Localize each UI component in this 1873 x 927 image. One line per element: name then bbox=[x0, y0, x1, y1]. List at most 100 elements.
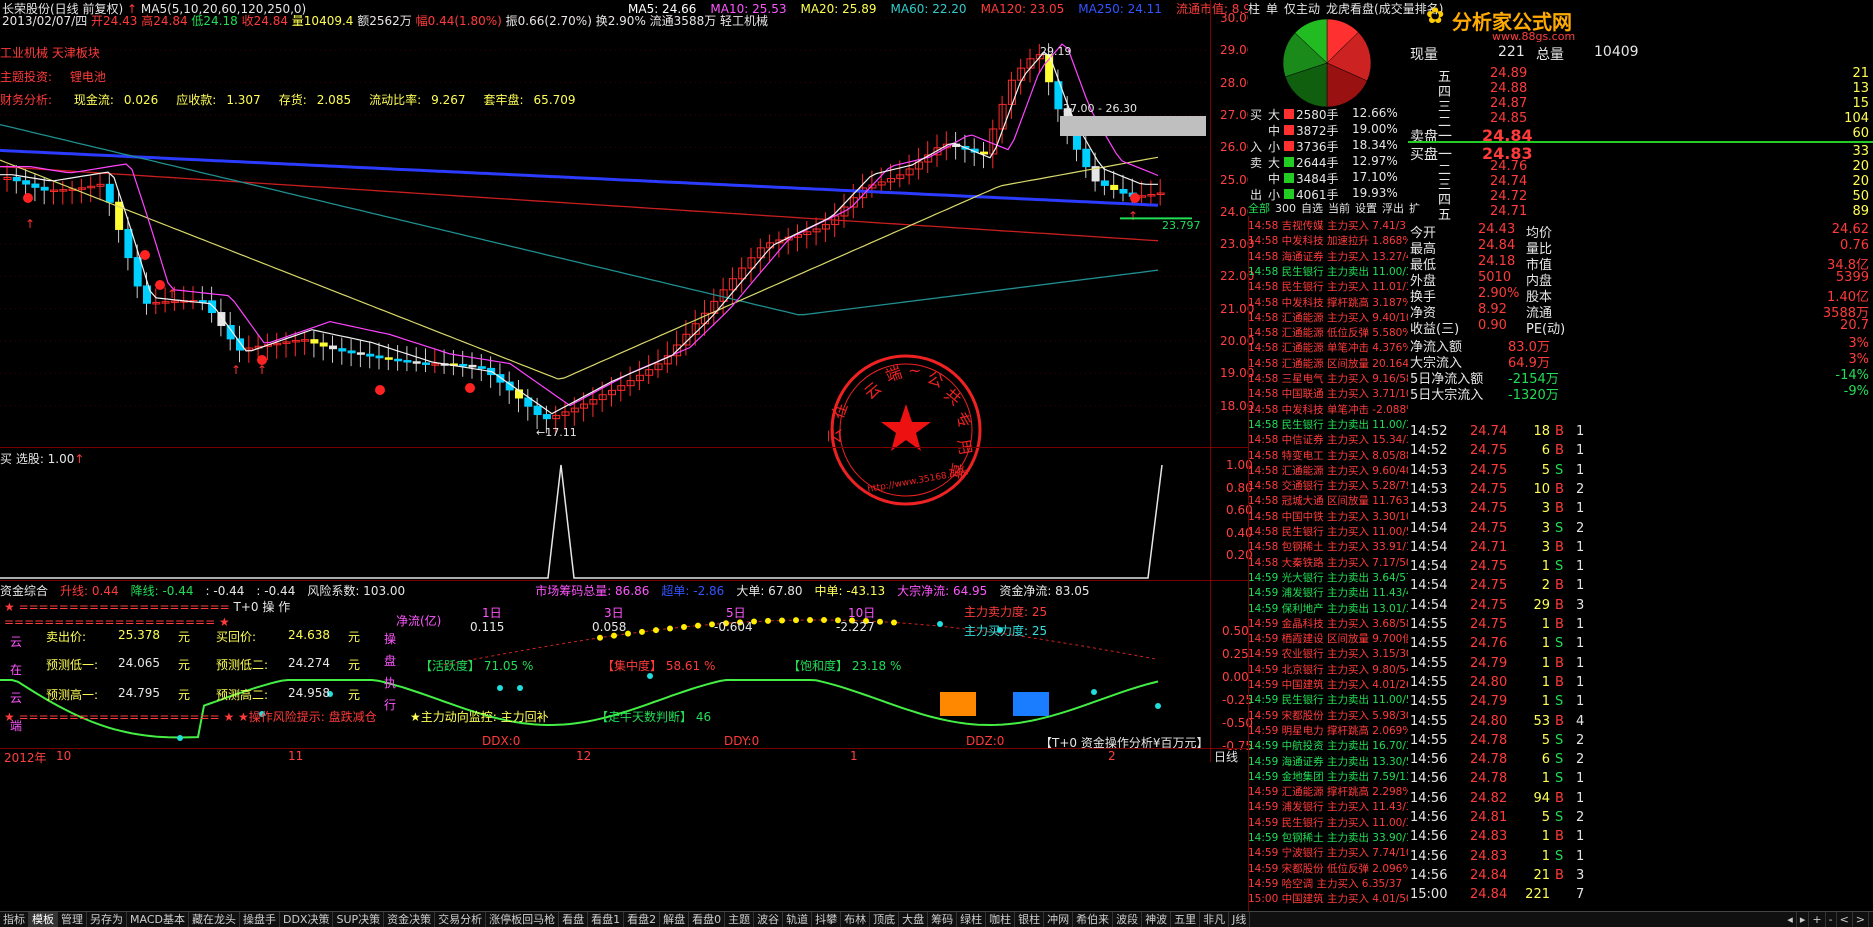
deal-row[interactable]: 14:58 汇通能源 区间放量 20.164倍 bbox=[1248, 356, 1408, 371]
trade-row[interactable]: 14:53 24.75 10 B 2 bbox=[1408, 482, 1873, 501]
tab-18[interactable]: 波谷 bbox=[754, 912, 784, 927]
deal-row[interactable]: 14:59 浦发银行 主力买入 11.43/3 bbox=[1248, 799, 1408, 814]
deal-row[interactable]: 14:59 海通证券 主力卖出 13.30/5 bbox=[1248, 754, 1408, 769]
deal-row[interactable]: 14:59 中国建筑 主力买入 4.01/26 bbox=[1248, 677, 1408, 692]
trade-row[interactable]: 14:53 24.75 5 S 1 bbox=[1408, 463, 1873, 482]
flow-toolbar-1[interactable]: 300 bbox=[1275, 202, 1296, 215]
deal-row[interactable]: 14:58 交通银行 主力买入 5.28/79 bbox=[1248, 478, 1408, 493]
deal-row[interactable]: 14:58 中信证券 主力买入 15.34/3 bbox=[1248, 432, 1408, 447]
deal-row[interactable]: 14:58 吉视传媒 主力买入 7.41/3 bbox=[1248, 218, 1408, 233]
trade-row[interactable]: 14:56 24.84 21 B 3 bbox=[1408, 868, 1873, 887]
tab-9[interactable]: 资金决策 bbox=[384, 912, 436, 927]
flow-toolbar-4[interactable]: 设置 bbox=[1355, 202, 1377, 215]
trade-row[interactable]: 14:54 24.71 3 B 1 bbox=[1408, 540, 1873, 559]
trade-row[interactable]: 14:52 24.75 6 B 1 bbox=[1408, 443, 1873, 462]
tab-1[interactable]: 模板 bbox=[29, 912, 58, 927]
deal-row[interactable]: 14:59 金晶科技 主力买入 3.68/58 bbox=[1248, 616, 1408, 631]
tab-17[interactable]: 主题 bbox=[725, 912, 755, 927]
deal-row[interactable]: 14:58 民生银行 主力买入 11.01/3 bbox=[1248, 279, 1408, 294]
trade-row[interactable]: 14:55 24.80 1 B 1 bbox=[1408, 675, 1873, 694]
tab-nav-button-5[interactable]: > bbox=[1853, 912, 1869, 927]
tab-10[interactable]: 交易分析 bbox=[435, 912, 487, 927]
deal-row[interactable]: 14:58 中国联通 主力买入 3.71/10 bbox=[1248, 386, 1408, 401]
tab-14[interactable]: 看盘2 bbox=[624, 912, 661, 927]
trade-row[interactable]: 14:56 24.83 1 B 1 bbox=[1408, 829, 1873, 848]
deal-row[interactable]: 14:58 包钢稀土 主力买入 33.91/1 bbox=[1248, 539, 1408, 554]
trade-row[interactable]: 14:55 24.75 1 B 1 bbox=[1408, 617, 1873, 636]
deal-list[interactable]: 14:58 吉视传媒 主力买入 7.41/3 14:58 中发科技 加速拉升 1.… bbox=[1248, 218, 1408, 911]
tab-23[interactable]: 大盘 bbox=[899, 912, 929, 927]
tab-8[interactable]: SUP决策 bbox=[333, 912, 385, 927]
tab-7[interactable]: DDX决策 bbox=[280, 912, 334, 927]
deal-row[interactable]: 14:58 汇通能源 主力买入 9.60/40 bbox=[1248, 463, 1408, 478]
tab-20[interactable]: 抖攀 bbox=[812, 912, 842, 927]
tab-25[interactable]: 绿柱 bbox=[957, 912, 987, 927]
tab-2[interactable]: 管理 bbox=[58, 912, 87, 927]
deal-row[interactable]: 14:58 中发科技 单笔冲击 -2.088% bbox=[1248, 402, 1408, 417]
deal-row[interactable]: 14:59 宋都股份 低位反弹 2.096% bbox=[1248, 861, 1408, 876]
tab-11[interactable]: 涨停板回马枪 bbox=[486, 912, 560, 927]
tab-24[interactable]: 筹码 bbox=[928, 912, 958, 927]
trade-row[interactable]: 14:55 24.76 1 S 1 bbox=[1408, 636, 1873, 655]
trade-row[interactable]: 14:55 24.79 1 S 1 bbox=[1408, 694, 1873, 713]
deal-row[interactable]: 14:59 包钢稀土 主力卖出 33.90/1 bbox=[1248, 830, 1408, 845]
tab-nav-button-4[interactable]: < bbox=[1837, 912, 1853, 927]
flow-tab-2[interactable]: 仅主动 bbox=[1284, 2, 1320, 16]
tab-12[interactable]: 看盘 bbox=[559, 912, 589, 927]
trade-row[interactable]: 14:52 24.74 18 B 1 bbox=[1408, 424, 1873, 443]
tab-nav-button-1[interactable]: ▸ bbox=[1797, 912, 1810, 927]
trade-row[interactable]: 14:53 24.75 3 B 1 bbox=[1408, 501, 1873, 520]
tab-29[interactable]: 希伯来 bbox=[1073, 912, 1114, 927]
deal-row[interactable]: 14:59 汇通能源 撑杆跳高 2.298% bbox=[1248, 784, 1408, 799]
tab-30[interactable]: 波段 bbox=[1113, 912, 1143, 927]
trade-row[interactable]: 14:56 24.83 1 S 1 bbox=[1408, 849, 1873, 868]
trade-row[interactable]: 15:00 24.84 221 7 bbox=[1408, 887, 1873, 906]
trade-list[interactable]: 14:52 24.74 18 B 1 14:52 24.75 6 B 1 14:53 24.75 5 S 1… bbox=[1408, 424, 1873, 911]
deal-row[interactable]: 14:59 宋都股份 主力买入 5.98/30 bbox=[1248, 708, 1408, 723]
deal-row[interactable]: 14:58 民生银行 主力买入 11.00/5 bbox=[1248, 524, 1408, 539]
tab-4[interactable]: MACD基本 bbox=[127, 912, 189, 927]
deal-row[interactable]: 14:58 中国中铁 主力买入 3.30/10 bbox=[1248, 509, 1408, 524]
deal-row[interactable]: 14:59 宁波银行 主力买入 7.74/10 bbox=[1248, 845, 1408, 860]
deal-row[interactable]: 14:59 栖霞建设 区间放量 9.700倍 bbox=[1248, 631, 1408, 646]
bid-row-4[interactable]: 五 24.71 89 bbox=[1408, 204, 1873, 223]
tab-26[interactable]: 咖柱 bbox=[986, 912, 1016, 927]
tab-28[interactable]: 冲网 bbox=[1044, 912, 1074, 927]
flow-toolbar-3[interactable]: 当前 bbox=[1328, 202, 1350, 215]
deal-row[interactable]: 14:58 大秦铁路 主力买入 7.17/50 bbox=[1248, 555, 1408, 570]
flow-toolbar-2[interactable]: 自选 bbox=[1301, 202, 1323, 215]
trade-row[interactable]: 14:55 24.80 53 B 4 bbox=[1408, 714, 1873, 733]
trade-row[interactable]: 14:54 24.75 3 S 2 bbox=[1408, 521, 1873, 540]
tab-22[interactable]: 顶底 bbox=[870, 912, 900, 927]
deal-row[interactable]: 14:59 民生银行 主力卖出 11.00/5 bbox=[1248, 692, 1408, 707]
trade-row[interactable]: 14:56 24.78 1 S 1 bbox=[1408, 771, 1873, 790]
tab-27[interactable]: 银柱 bbox=[1015, 912, 1045, 927]
tab-32[interactable]: 五里 bbox=[1171, 912, 1201, 927]
tab-31[interactable]: 神波 bbox=[1142, 912, 1172, 927]
deal-row[interactable]: 14:58 海通证券 主力买入 13.27/4 bbox=[1248, 249, 1408, 264]
deal-row[interactable]: 14:58 汇通能源 单笔冲击 4.376% bbox=[1248, 340, 1408, 355]
deal-row[interactable]: 14:58 民生银行 主力卖出 11.00/3 bbox=[1248, 264, 1408, 279]
tab-6[interactable]: 操盘手 bbox=[240, 912, 280, 927]
flow-tab-0[interactable]: 柱 bbox=[1248, 2, 1260, 16]
deal-row[interactable]: 14:58 三星电气 主力买入 9.16/58 bbox=[1248, 371, 1408, 386]
trade-row[interactable]: 14:54 24.75 1 S 1 bbox=[1408, 559, 1873, 578]
tab-13[interactable]: 看盘1 bbox=[588, 912, 625, 927]
deal-row[interactable]: 14:59 金地集团 主力卖出 7.59/13 bbox=[1248, 769, 1408, 784]
deal-row[interactable]: 14:58 中发科技 撑杆跳高 3.187% bbox=[1248, 295, 1408, 310]
trade-row[interactable]: 14:55 24.79 1 B 1 bbox=[1408, 656, 1873, 675]
deal-row[interactable]: 14:59 中航投资 主力卖出 16.70/3 bbox=[1248, 738, 1408, 753]
tab-33[interactable]: 非凡 bbox=[1200, 912, 1230, 927]
tab-nav-button-2[interactable]: + bbox=[1809, 912, 1826, 927]
tab-15[interactable]: 解盘 bbox=[660, 912, 690, 927]
deal-row[interactable]: 14:59 保利地产 主力卖出 13.01/3 bbox=[1248, 601, 1408, 616]
deal-row[interactable]: 14:59 民生银行 主力买入 11.00/3 bbox=[1248, 815, 1408, 830]
trade-row[interactable]: 14:54 24.75 29 B 3 bbox=[1408, 598, 1873, 617]
trade-row[interactable]: 14:56 24.78 6 S 2 bbox=[1408, 752, 1873, 771]
deal-row[interactable]: 14:58 特变电工 主力买入 8.05/88 bbox=[1248, 448, 1408, 463]
deal-row[interactable]: 14:59 光大银行 主力卖出 3.64/57 bbox=[1248, 570, 1408, 585]
trade-row[interactable]: 14:55 24.78 5 S 2 bbox=[1408, 733, 1873, 752]
deal-row[interactable]: 14:59 农业银行 主力买入 3.15/30 bbox=[1248, 646, 1408, 661]
deal-row[interactable]: 14:59 明星电力 撑杆跳高 2.069% bbox=[1248, 723, 1408, 738]
tab-3[interactable]: 另存为 bbox=[87, 912, 127, 927]
